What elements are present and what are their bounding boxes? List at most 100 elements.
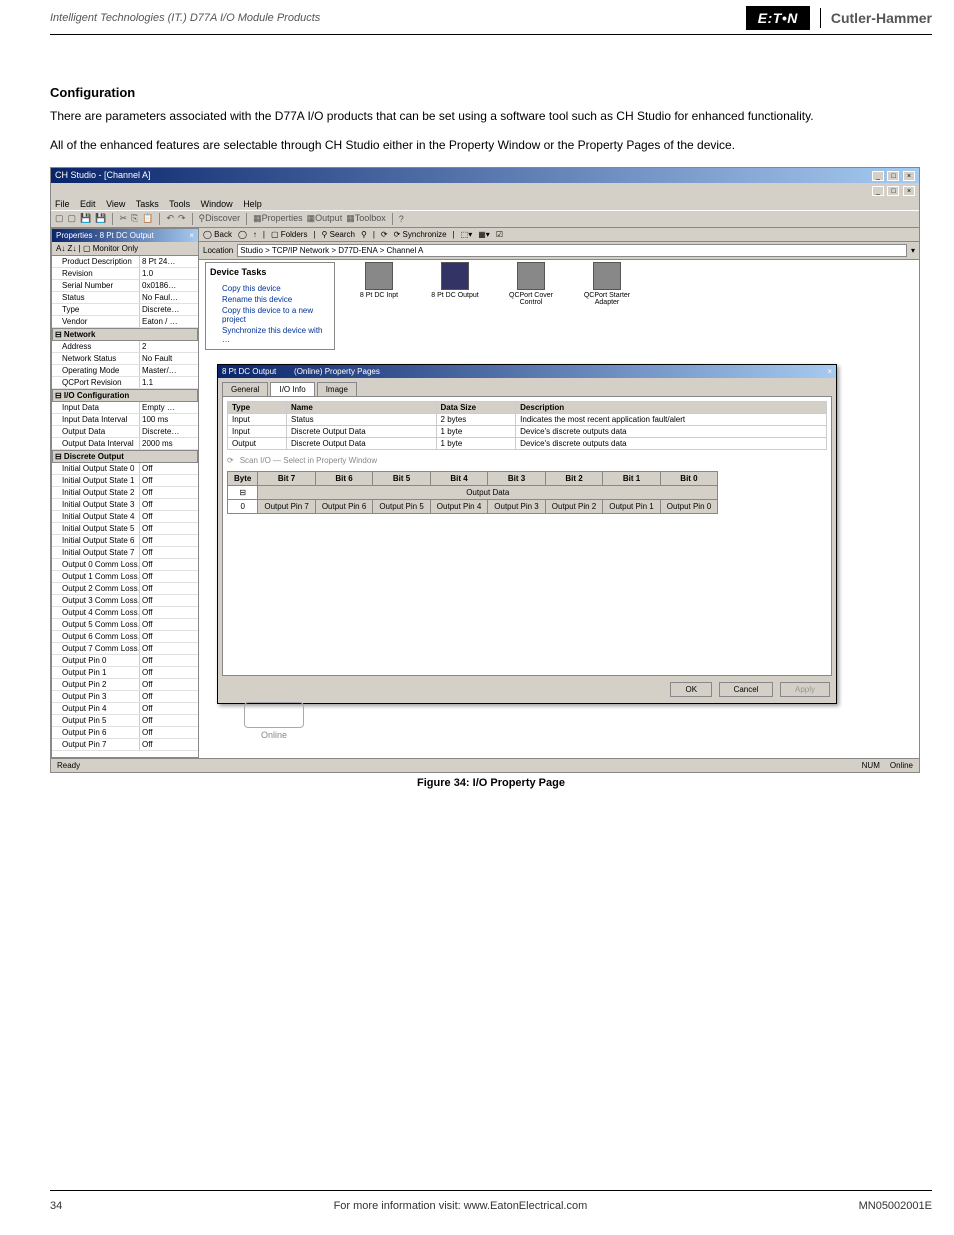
toolbar-cut-icon[interactable]: ✂: [119, 213, 127, 224]
property-row[interactable]: Output 3 Comm Loss…Off: [52, 595, 198, 607]
property-value[interactable]: No Faul…: [140, 292, 198, 303]
property-row[interactable]: Output Pin 6Off: [52, 727, 198, 739]
property-row[interactable]: StatusNo Faul…: [52, 292, 198, 304]
ok-button[interactable]: OK: [670, 682, 712, 697]
property-value[interactable]: Off: [140, 679, 198, 690]
property-row[interactable]: Serial Number0x0186…: [52, 280, 198, 292]
property-row[interactable]: TypeDiscrete…: [52, 304, 198, 316]
tab-io-info[interactable]: I/O Info: [270, 382, 314, 396]
toolbar-new-icon[interactable]: ▢: [55, 213, 64, 224]
property-row[interactable]: Output Pin 3Off: [52, 691, 198, 703]
toolbar-copy-icon[interactable]: ⎘: [131, 213, 138, 224]
property-row[interactable]: Output 2 Comm Loss…Off: [52, 583, 198, 595]
property-value[interactable]: Off: [140, 571, 198, 582]
toolbar-open-icon[interactable]: ▢: [68, 213, 77, 224]
menu-view[interactable]: View: [106, 199, 125, 209]
task-rename[interactable]: Rename this device: [210, 294, 330, 305]
apply-button[interactable]: Apply: [780, 682, 830, 697]
property-row[interactable]: Initial Output State 6Off: [52, 535, 198, 547]
property-category[interactable]: ⊟ Discrete Output: [52, 450, 198, 463]
property-row[interactable]: Operating ModeMaster/…: [52, 365, 198, 377]
property-value[interactable]: 2000 ms: [140, 438, 198, 449]
property-value[interactable]: 1.1: [140, 377, 198, 388]
property-value[interactable]: Off: [140, 547, 198, 558]
property-row[interactable]: Initial Output State 2Off: [52, 487, 198, 499]
property-value[interactable]: Off: [140, 703, 198, 714]
device-8pt-dc-input[interactable]: 8 Pt DC Inpt: [349, 262, 409, 306]
scan-io-icon[interactable]: ⟳: [227, 456, 234, 465]
property-value[interactable]: Off: [140, 715, 198, 726]
property-row[interactable]: Product Description8 Pt 24…: [52, 256, 198, 268]
property-category[interactable]: ⊟ I/O Configuration: [52, 389, 198, 402]
close-icon[interactable]: ×: [903, 171, 915, 181]
refresh-icon[interactable]: ⟳: [381, 230, 388, 239]
property-value[interactable]: Off: [140, 559, 198, 570]
tab-general[interactable]: General: [222, 382, 268, 396]
menu-tools[interactable]: Tools: [169, 199, 190, 209]
expand-icon[interactable]: ⊟: [228, 485, 258, 499]
layout-dropdown[interactable]: ▦▾: [478, 230, 490, 239]
property-value[interactable]: 2: [140, 341, 198, 352]
task-sync[interactable]: Synchronize this device with …: [210, 325, 330, 345]
property-row[interactable]: VendorEaton / …: [52, 316, 198, 328]
property-value[interactable]: Off: [140, 595, 198, 606]
property-value[interactable]: Off: [140, 499, 198, 510]
toolbar-paste-icon[interactable]: 📋: [142, 213, 153, 224]
search-icon[interactable]: ⚲: [361, 230, 367, 239]
io-row[interactable]: OutputDiscrete Output Data1 byteDevice's…: [228, 437, 827, 449]
property-row[interactable]: Output 0 Comm Loss…Off: [52, 559, 198, 571]
cancel-button[interactable]: Cancel: [719, 682, 774, 697]
mdi-close-icon[interactable]: ×: [903, 186, 915, 196]
toolbar-undo-icon[interactable]: ↶: [166, 213, 174, 224]
property-row[interactable]: Output Pin 4Off: [52, 703, 198, 715]
property-value[interactable]: Off: [140, 691, 198, 702]
back-button[interactable]: ◯ Back: [203, 230, 232, 239]
property-value[interactable]: Off: [140, 727, 198, 738]
toolbar-discover[interactable]: ⚲Discover: [199, 213, 241, 224]
property-row[interactable]: Initial Output State 3Off: [52, 499, 198, 511]
property-row[interactable]: Initial Output State 5Off: [52, 523, 198, 535]
menu-edit[interactable]: Edit: [80, 199, 96, 209]
property-value[interactable]: Off: [140, 631, 198, 642]
property-category[interactable]: ⊟ Network: [52, 328, 198, 341]
property-value[interactable]: Off: [140, 667, 198, 678]
up-icon[interactable]: ↑: [253, 230, 257, 239]
menu-window[interactable]: Window: [201, 199, 233, 209]
property-value[interactable]: Eaton / …: [140, 316, 198, 327]
maximize-icon[interactable]: □: [887, 171, 899, 181]
io-table[interactable]: TypeNameData SizeDescription InputStatus…: [227, 401, 827, 450]
dialog-close-icon[interactable]: ×: [827, 367, 832, 376]
property-value[interactable]: Off: [140, 511, 198, 522]
location-input[interactable]: [237, 244, 907, 257]
property-row[interactable]: QCPort Revision1.1: [52, 377, 198, 389]
property-row[interactable]: Revision1.0: [52, 268, 198, 280]
property-value[interactable]: Off: [140, 475, 198, 486]
properties-close-icon[interactable]: ×: [189, 231, 194, 240]
toolbar-properties[interactable]: ▦Properties: [253, 213, 303, 224]
property-value[interactable]: Off: [140, 463, 198, 474]
property-row[interactable]: Initial Output State 7Off: [52, 547, 198, 559]
toolbar-save-icon[interactable]: 💾: [80, 213, 91, 224]
menu-help[interactable]: Help: [243, 199, 262, 209]
menu-file[interactable]: File: [55, 199, 70, 209]
io-row[interactable]: InputDiscrete Output Data1 byteDevice's …: [228, 425, 827, 437]
property-row[interactable]: Initial Output State 0Off: [52, 463, 198, 475]
property-row[interactable]: Output 7 Comm Loss…Off: [52, 643, 198, 655]
task-copy[interactable]: Copy this device: [210, 283, 330, 294]
toolbar-output[interactable]: ▦Output: [307, 213, 343, 224]
property-row[interactable]: Output 1 Comm Loss…Off: [52, 571, 198, 583]
property-row[interactable]: Input DataEmpty …: [52, 402, 198, 414]
toolbar-help-icon[interactable]: ?: [399, 214, 404, 224]
tab-image[interactable]: Image: [317, 382, 357, 396]
property-value[interactable]: Off: [140, 643, 198, 654]
property-value[interactable]: 0x0186…: [140, 280, 198, 291]
property-value[interactable]: Off: [140, 739, 198, 750]
device-8pt-dc-output[interactable]: 8 Pt DC Output: [425, 262, 485, 306]
property-row[interactable]: Output Pin 0Off: [52, 655, 198, 667]
property-value[interactable]: No Fault: [140, 353, 198, 364]
toolbar-toolbox[interactable]: ▦Toolbox: [346, 213, 386, 224]
property-row[interactable]: Output Pin 2Off: [52, 679, 198, 691]
property-value[interactable]: Master/…: [140, 365, 198, 376]
property-value[interactable]: Off: [140, 583, 198, 594]
property-value[interactable]: Off: [140, 655, 198, 666]
